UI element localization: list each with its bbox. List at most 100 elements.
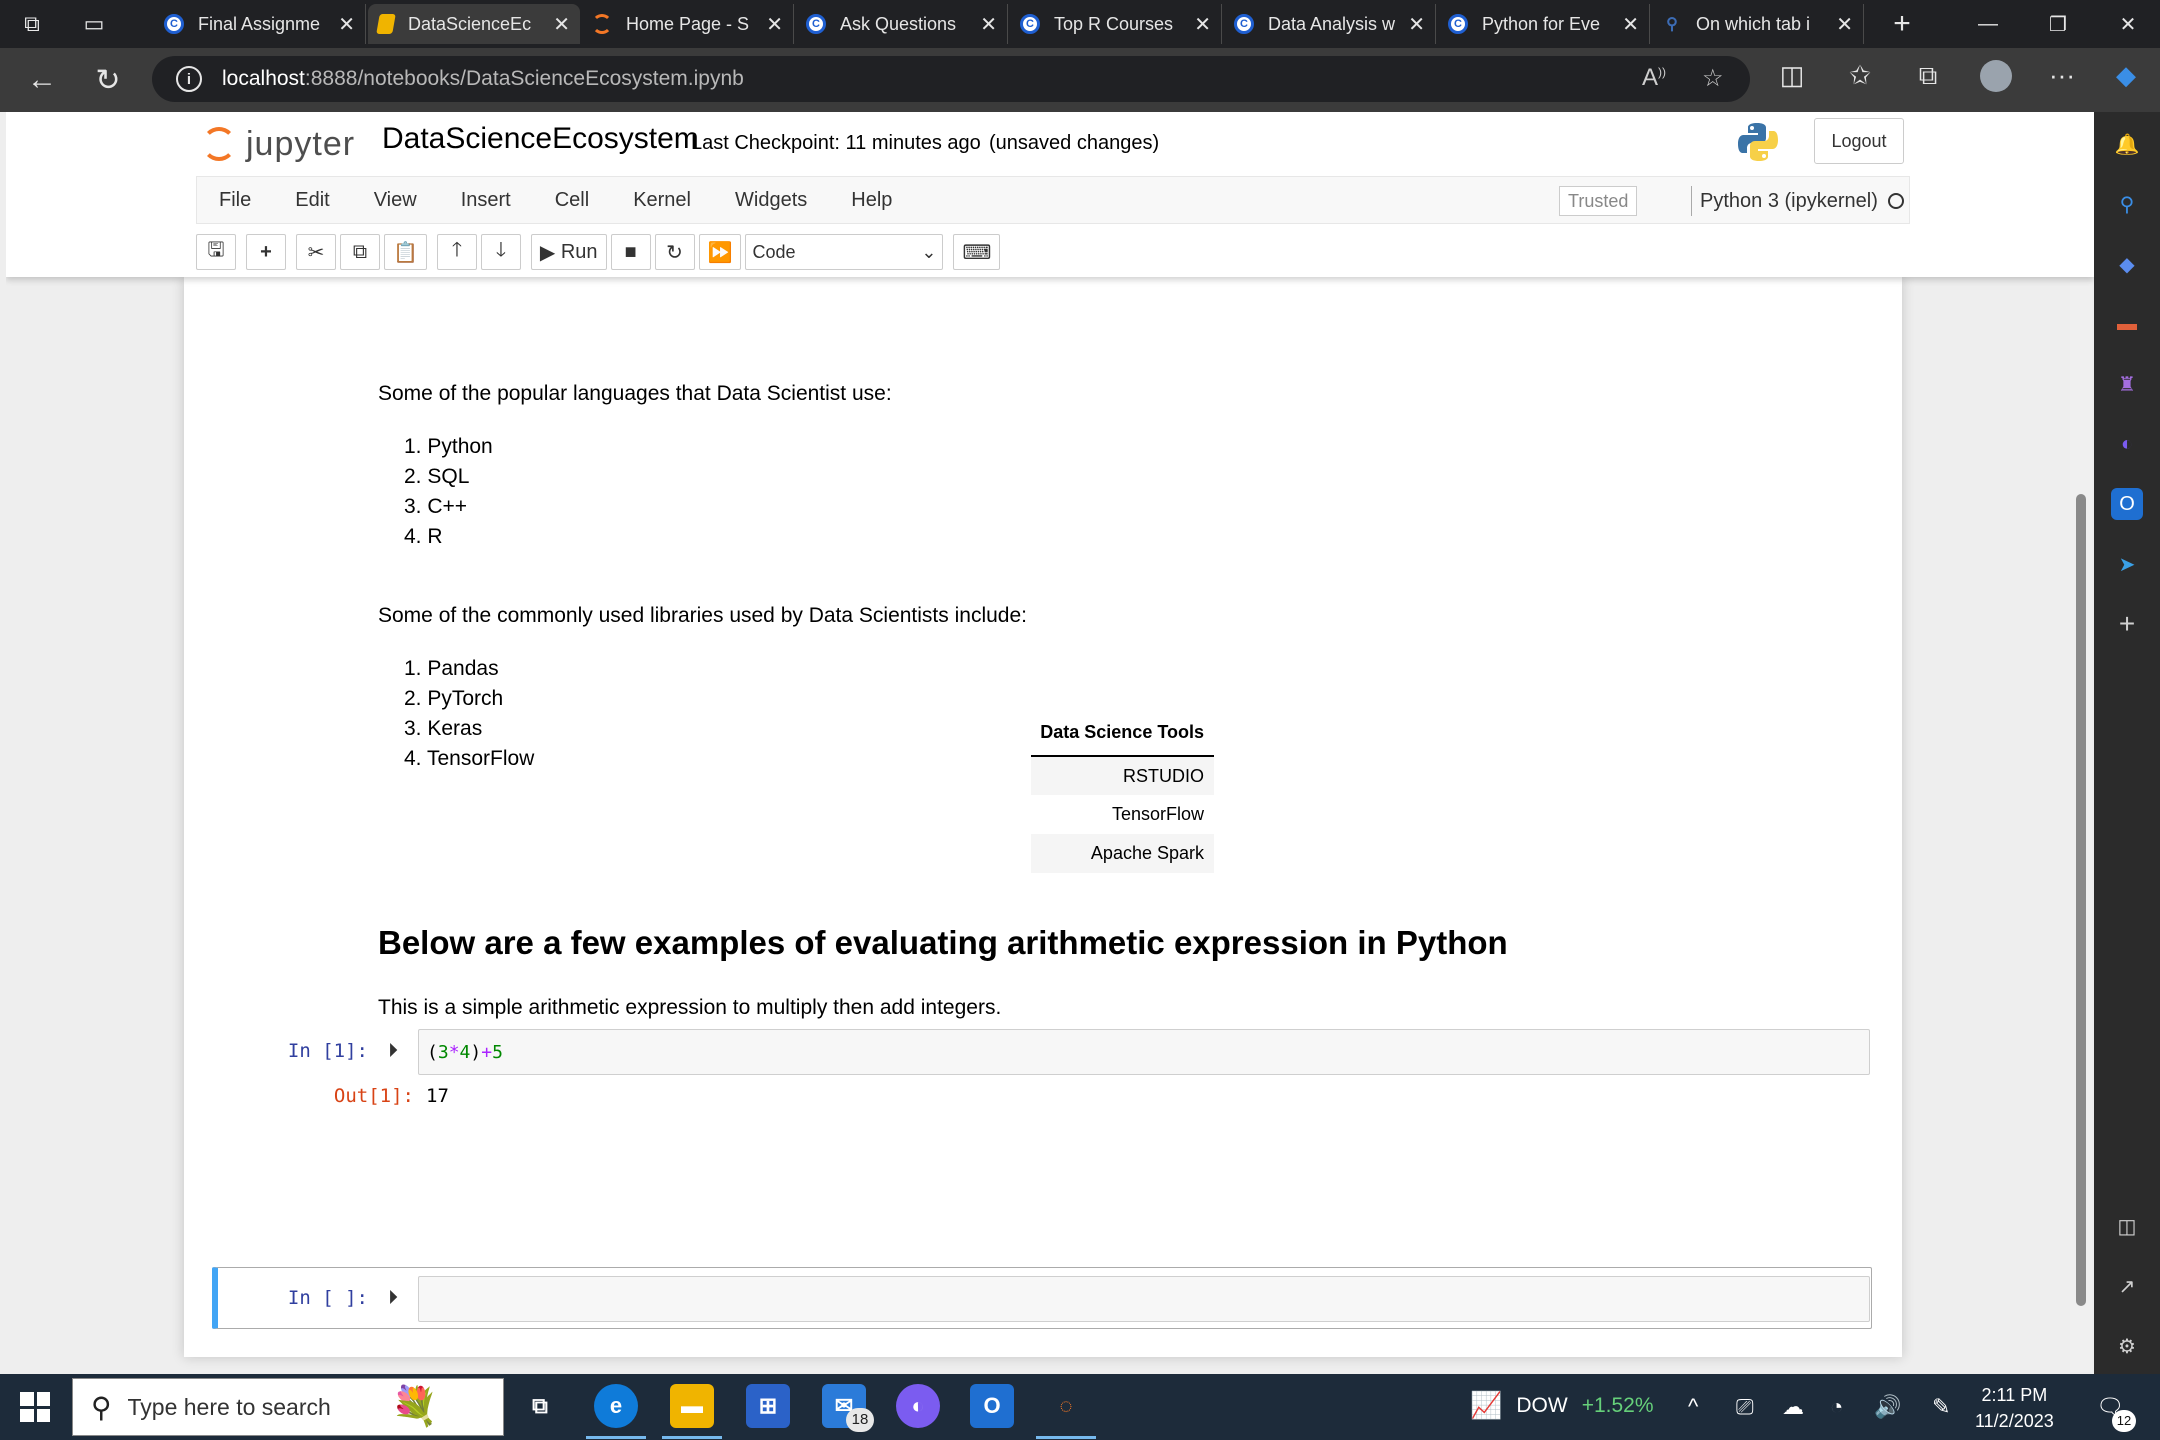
copilot-icon[interactable]: ◆ <box>2104 60 2148 91</box>
restart-run-all-icon[interactable]: ⏩ <box>698 234 742 270</box>
menu-kernel[interactable]: Kernel <box>611 177 713 223</box>
jupyter-logo[interactable]: jupyter <box>202 120 355 168</box>
search-icon[interactable]: ⚲ <box>2111 188 2143 220</box>
close-tab-icon[interactable]: ✕ <box>338 12 355 37</box>
browser-tab[interactable]: ⚲ On which tab i ✕ <box>1652 4 1864 44</box>
games-icon[interactable]: ♜ <box>2111 368 2143 400</box>
menu-view[interactable]: View <box>352 177 439 223</box>
jupyter-app-icon[interactable]: ◌ <box>1044 1384 1088 1428</box>
save-icon[interactable]: 🖫 <box>196 234 236 270</box>
browser-tab[interactable]: C Data Analysis w ✕ <box>1224 4 1436 44</box>
run-cell-icon[interactable]: ⏵ <box>388 1040 398 1063</box>
run-button[interactable]: ▶ Run <box>530 234 607 270</box>
minimize-button[interactable]: ― <box>1958 0 2018 48</box>
scrollbar-thumb[interactable] <box>2076 494 2086 1306</box>
code-cell-input-empty[interactable] <box>418 1276 1870 1322</box>
page-scrollbar[interactable] <box>2070 282 2092 1372</box>
browser-tab[interactable]: C Python for Eve ✕ <box>1438 4 1650 44</box>
restart-icon[interactable]: ↻ <box>654 234 695 270</box>
table-row: Apache Spark <box>1031 834 1214 873</box>
microsoft-365-icon[interactable]: ◐ <box>2111 428 2143 460</box>
profile-avatar[interactable] <box>1974 60 2018 99</box>
browser-tab[interactable]: C Ask Questions ✕ <box>796 4 1008 44</box>
new-tab-button[interactable]: + <box>1882 7 1922 41</box>
code-cell-input[interactable]: (3 * 4) +5 <box>418 1029 1870 1075</box>
send-icon[interactable]: ➤ <box>2111 548 2143 580</box>
coursera-icon: C <box>164 14 184 34</box>
stop-icon[interactable]: ■ <box>610 234 651 270</box>
task-view-icon[interactable]: ⧉ <box>518 1384 562 1428</box>
microsoft-store-icon[interactable]: ⊞ <box>746 1384 790 1428</box>
cell-type-select[interactable]: Code ⌄ <box>745 234 944 270</box>
move-up-icon[interactable]: 🡑 <box>436 234 477 270</box>
workspaces-icon[interactable]: ⧉ <box>12 4 52 44</box>
collections-icon[interactable]: ⧉ <box>1906 60 1950 92</box>
stock-widget[interactable]: 📈 DOW +1.52% <box>1470 1390 1654 1421</box>
refresh-icon[interactable]: ↻ <box>86 58 130 102</box>
system-clock[interactable]: 2:11 PM 11/2/2023 <box>1975 1382 2054 1434</box>
insert-cell-icon[interactable]: + <box>246 234 286 270</box>
menu-widgets[interactable]: Widgets <box>713 177 829 223</box>
settings-gear-icon[interactable]: ⚙ <box>2111 1330 2143 1362</box>
wifi-icon[interactable]: ◔ <box>1830 1394 1843 1420</box>
tools-icon[interactable]: ▬ <box>2111 308 2143 340</box>
close-tab-icon[interactable]: ✕ <box>553 12 570 37</box>
show-hidden-icons[interactable]: ^ <box>1688 1394 1698 1420</box>
logout-button[interactable]: Logout <box>1814 118 1904 164</box>
windows-start-icon[interactable] <box>20 1392 50 1422</box>
add-icon[interactable]: + <box>2111 608 2143 640</box>
favorites-icon[interactable]: ✩ <box>1838 60 1882 91</box>
site-info-icon[interactable]: i <box>176 66 202 92</box>
more-options-icon[interactable]: ··· <box>2040 60 2084 91</box>
meet-now-icon[interactable]: ⎚ <box>1736 1394 1754 1420</box>
back-arrow-icon[interactable]: ← <box>20 58 64 102</box>
sidebar-panel-icon[interactable]: ◫ <box>2111 1210 2143 1242</box>
run-cell-icon[interactable]: ⏵ <box>388 1287 398 1310</box>
bell-icon[interactable]: 🔔 <box>2111 128 2143 160</box>
close-tab-icon[interactable]: ✕ <box>1408 12 1425 37</box>
favorite-star-icon[interactable]: ☆ <box>1702 64 1724 93</box>
browser-tab[interactable]: Home Page - S ✕ <box>582 4 794 44</box>
close-tab-icon[interactable]: ✕ <box>1622 12 1639 37</box>
copilot-app-icon[interactable]: ◐ <box>896 1384 940 1428</box>
outlook-icon[interactable]: O <box>2111 488 2143 520</box>
read-aloud-icon[interactable]: A)) <box>1642 64 1666 92</box>
copy-icon[interactable]: ⧉ <box>340 234 380 270</box>
cut-icon[interactable]: ✂ <box>296 234 336 270</box>
split-screen-icon[interactable]: ◫ <box>1770 60 1814 91</box>
outlook-app-icon[interactable]: O <box>970 1384 1014 1428</box>
file-explorer-icon[interactable]: ▬ <box>670 1384 714 1428</box>
close-window-button[interactable]: ✕ <box>2098 0 2158 48</box>
keyboard-shortcuts-icon[interactable]: ⌨ <box>953 234 1001 270</box>
close-tab-icon[interactable]: ✕ <box>980 12 997 37</box>
external-link-icon[interactable]: ↗ <box>2111 1270 2143 1302</box>
kernel-name[interactable]: Python 3 (ipykernel) <box>1691 186 1878 216</box>
browser-tab[interactable]: C Final Assignme ✕ <box>154 4 366 44</box>
taskbar-search-box[interactable]: ⚲ Type here to search 💐 <box>72 1378 504 1436</box>
onedrive-cloud-icon[interactable]: ☁ <box>1782 1394 1804 1420</box>
menu-file[interactable]: File <box>197 177 273 223</box>
address-bar[interactable]: i localhost:8888/notebooks/DataScienceEc… <box>152 56 1750 102</box>
volume-icon[interactable]: 🔊 <box>1874 1394 1901 1420</box>
close-tab-icon[interactable]: ✕ <box>1836 12 1853 37</box>
address-bar-row: ← ↻ i localhost:8888/notebooks/DataScien… <box>0 48 2160 112</box>
trusted-indicator[interactable]: Trusted <box>1559 186 1638 216</box>
close-tab-icon[interactable]: ✕ <box>766 12 783 37</box>
menu-edit[interactable]: Edit <box>273 177 351 223</box>
pen-icon[interactable]: ✎ <box>1932 1394 1950 1420</box>
menu-insert[interactable]: Insert <box>439 177 533 223</box>
browser-tab-active[interactable]: DataScienceEc ✕ <box>368 4 580 44</box>
list-item: 4. R <box>404 525 443 548</box>
edge-browser-icon[interactable]: e <box>594 1384 638 1428</box>
shopping-tag-icon[interactable]: ◆ <box>2111 248 2143 280</box>
url-text[interactable]: localhost:8888/notebooks/DataScienceEcos… <box>222 67 744 91</box>
browser-tab[interactable]: C Top R Courses ✕ <box>1010 4 1222 44</box>
menu-cell[interactable]: Cell <box>533 177 611 223</box>
notebook-title[interactable]: DataScienceEcosystem <box>382 122 699 156</box>
paste-icon[interactable]: 📋 <box>384 234 427 270</box>
move-down-icon[interactable]: 🡓 <box>480 234 521 270</box>
restore-button[interactable]: ❐ <box>2028 0 2088 48</box>
tab-actions-icon[interactable]: ▭ <box>74 4 114 44</box>
menu-help[interactable]: Help <box>829 177 914 223</box>
close-tab-icon[interactable]: ✕ <box>1194 12 1211 37</box>
